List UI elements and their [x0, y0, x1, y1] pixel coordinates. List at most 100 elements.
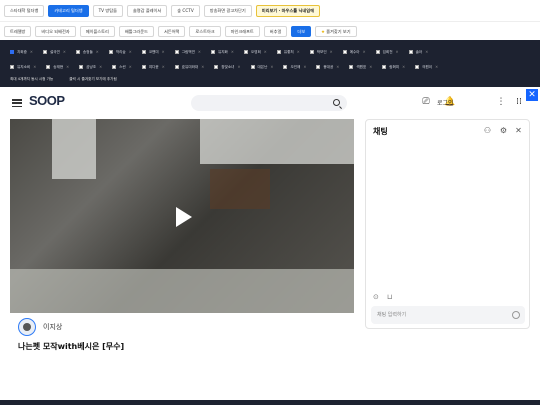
checkbox[interactable]: [108, 50, 113, 54]
checkbox[interactable]: [214, 65, 219, 69]
category-btn-6[interactable]: 로스트아크: [189, 25, 221, 37]
remove-icon[interactable]: ✕: [96, 50, 99, 54]
toolbar-btn-6[interactable]: 방송화면 광고차단기: [203, 4, 252, 17]
more-vertical-icon[interactable]: ⋮: [496, 97, 506, 107]
close-icon[interactable]: ✕: [526, 89, 538, 101]
logo[interactable]: SOOP: [29, 93, 65, 108]
checkbox[interactable]: [10, 50, 14, 54]
remove-icon[interactable]: ✕: [66, 65, 69, 69]
filter-item[interactable]: 창빛소녀 ✕: [214, 65, 241, 70]
checkbox[interactable]: [10, 65, 14, 69]
checkbox[interactable]: [79, 65, 84, 69]
checkbox[interactable]: [309, 50, 314, 54]
checkbox[interactable]: [250, 65, 255, 69]
remove-icon[interactable]: ✕: [129, 65, 132, 69]
checkbox[interactable]: [408, 50, 413, 54]
filter-item[interactable]: 설국연 ✕: [42, 50, 66, 55]
remove-icon[interactable]: ✕: [30, 50, 33, 54]
checkbox[interactable]: [276, 50, 281, 54]
participants-icon[interactable]: ⚇: [483, 126, 492, 135]
filter-item[interactable]: 임희천 ✕: [375, 50, 399, 55]
filter-item[interactable]: 스씬 ✕: [112, 65, 132, 70]
checkbox[interactable]: [342, 50, 347, 54]
category-btn-7[interactable]: 마인크래프트: [224, 25, 260, 37]
remove-icon[interactable]: ✕: [162, 65, 165, 69]
remove-icon[interactable]: ✕: [369, 65, 372, 69]
chat-input[interactable]: 채팅 입력하기: [371, 306, 525, 324]
checkbox[interactable]: [349, 65, 354, 69]
play-icon[interactable]: [176, 207, 192, 227]
remove-icon[interactable]: ✕: [264, 50, 267, 54]
filter-item[interactable]: 지희중 ✕: [10, 50, 33, 55]
checkbox[interactable]: [415, 65, 420, 69]
checkbox[interactable]: [46, 65, 51, 69]
filter-item[interactable]: 유좋처 ✕: [276, 50, 300, 55]
filter-item[interactable]: 오영희 ✕: [243, 50, 267, 55]
remove-icon[interactable]: ✕: [270, 65, 273, 69]
category-btn-3[interactable]: 메이플스토리: [79, 25, 115, 37]
filter-item[interactable]: 코밴미 ✕: [141, 50, 165, 55]
search-icon[interactable]: [333, 99, 340, 106]
remove-icon[interactable]: ✕: [33, 65, 36, 69]
remove-icon[interactable]: ✕: [99, 65, 102, 69]
checkbox[interactable]: [174, 65, 179, 69]
remove-icon[interactable]: ✕: [396, 50, 399, 54]
remove-icon[interactable]: ✕: [201, 65, 204, 69]
category-btn-5[interactable]: 서든어택: [157, 25, 186, 37]
filter-item[interactable]: 효유미와대 ✕: [174, 65, 204, 70]
filter-item[interactable]: 곰냥조 ✕: [79, 65, 102, 70]
checkbox[interactable]: [243, 50, 248, 54]
checkbox[interactable]: [141, 50, 146, 54]
filter-item[interactable]: 그림백연 ✕: [174, 50, 201, 55]
remove-icon[interactable]: ✕: [63, 50, 66, 54]
emoji-icon[interactable]: [512, 311, 520, 319]
toolbar-btn-7[interactable]: 미리보기 · 마우스를 닉네임에: [255, 4, 320, 17]
avatar[interactable]: [18, 318, 36, 336]
category-btn-1[interactable]: 트레젤방: [4, 25, 32, 37]
remove-icon[interactable]: ✕: [303, 65, 306, 69]
filter-item[interactable]: 여다윤 ✕: [141, 65, 165, 70]
filter-item[interactable]: 봉대공 ✕: [316, 65, 339, 70]
toolbar-btn-2[interactable]: 카테고리 털더뱅: [48, 4, 89, 17]
close-chat-icon[interactable]: ✕: [514, 126, 523, 135]
filter-item[interactable]: 오인애 ✕: [283, 65, 306, 70]
category-btn-9[interactable]: 더보: [291, 25, 312, 37]
toolbar-btn-4[interactable]: 솔명감 플레이서: [126, 4, 168, 17]
remove-icon[interactable]: ✕: [363, 50, 366, 54]
remove-icon[interactable]: ✕: [162, 50, 165, 54]
remove-icon[interactable]: ✕: [435, 65, 438, 69]
login-button[interactable]: 로그인: [437, 98, 454, 107]
remove-icon[interactable]: ✕: [237, 65, 240, 69]
filter-item[interactable]: 유지소비 ✕: [10, 65, 36, 70]
remove-icon[interactable]: ✕: [129, 50, 132, 54]
checkbox[interactable]: [112, 65, 117, 69]
remove-icon[interactable]: ✕: [231, 50, 234, 54]
emoticon-icon[interactable]: ⊙: [373, 293, 379, 301]
checkbox[interactable]: [316, 65, 321, 69]
remove-icon[interactable]: ✕: [297, 50, 300, 54]
category-btn-4[interactable]: 배틀그라운드: [118, 25, 154, 37]
remove-icon[interactable]: ✕: [330, 50, 333, 54]
filter-item[interactable]: 솔아 ✕: [408, 50, 428, 55]
checkbox[interactable]: [42, 50, 47, 54]
filter-item[interactable]: 박보인 ✕: [309, 50, 333, 55]
filter-item[interactable]: 유지화 ✕: [210, 50, 234, 55]
checkbox[interactable]: [375, 50, 380, 54]
filter-item[interactable]: 송정들 ✕: [75, 50, 99, 55]
checkbox[interactable]: [283, 65, 288, 69]
hamburger-menu-icon[interactable]: [12, 99, 22, 108]
filter-item[interactable]: 섹원표 ✕: [349, 65, 372, 70]
filter-item[interactable]: 람펴미 ✕: [382, 65, 405, 70]
toolbar-btn-3[interactable]: TV 방탐들: [92, 4, 123, 17]
remove-icon[interactable]: ✕: [402, 65, 405, 69]
checkbox[interactable]: [174, 50, 179, 54]
favorites-button[interactable]: ★ 즐겨찾기 보기: [315, 25, 357, 37]
gear-icon[interactable]: ⚙: [499, 126, 508, 135]
streamer-name[interactable]: 이지상: [43, 322, 62, 332]
filter-item[interactable]: 의원이 ✕: [415, 65, 438, 70]
remove-icon[interactable]: ✕: [425, 50, 428, 54]
filter-item[interactable]: 대은난 ✕: [250, 65, 273, 70]
search-input[interactable]: [191, 95, 347, 111]
remove-icon[interactable]: ✕: [198, 50, 201, 54]
toolbar-btn-5[interactable]: 숲 CCTV: [171, 4, 200, 17]
